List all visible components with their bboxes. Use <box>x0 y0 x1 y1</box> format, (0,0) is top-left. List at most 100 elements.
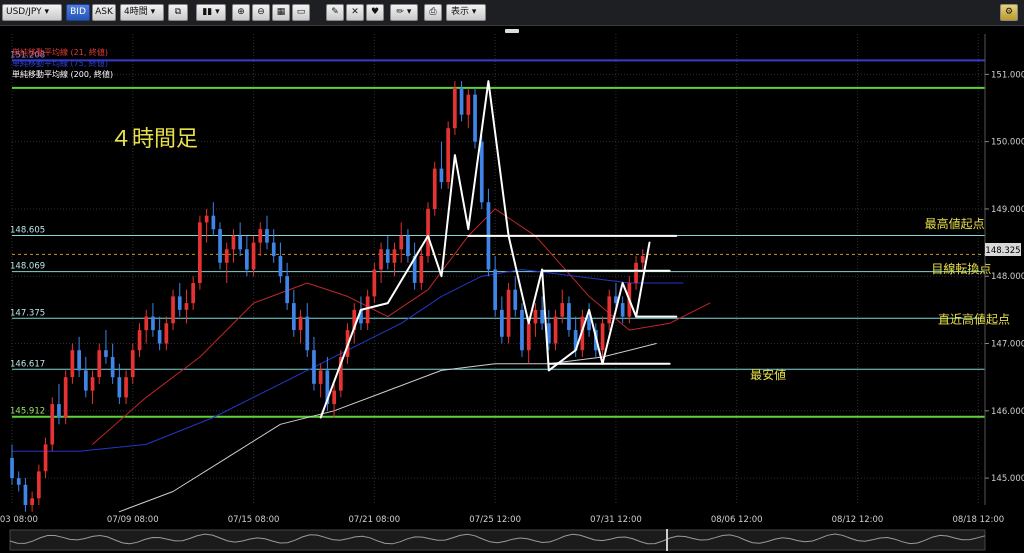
time-tick-label-1: 07/09 08:00 <box>107 515 159 525</box>
candle-body-26 <box>184 303 189 310</box>
zoom-in-icon[interactable]: ⊕ <box>232 4 250 21</box>
candle-body-88 <box>600 323 605 351</box>
candle-body-43 <box>298 316 303 331</box>
bookmark-icon[interactable]: ♥ <box>366 4 384 21</box>
candle-body-37 <box>258 229 263 243</box>
indicator-add-icon[interactable]: ✎ <box>326 4 344 21</box>
time-tick-label-6: 08/06 12:00 <box>711 515 763 525</box>
price-chart: 151.208148.605148.069147.375146.617145.9… <box>0 34 1024 553</box>
candle-body-75 <box>513 289 518 310</box>
candle-body-23 <box>164 323 169 344</box>
candle-body-82 <box>560 303 565 317</box>
candle-body-77 <box>526 323 531 351</box>
candle-body-44 <box>305 316 310 351</box>
ask-button[interactable]: ASK <box>92 4 116 21</box>
candle-body-65 <box>446 128 450 182</box>
candle-body-2 <box>23 484 28 505</box>
candle-body-14 <box>104 350 108 357</box>
candle-body-58 <box>399 235 404 250</box>
chart-type-icon[interactable]: ▮▮ ▾ <box>196 4 226 21</box>
display-label: 表示 <box>451 7 470 17</box>
candle-body-94 <box>640 256 645 263</box>
display-menu[interactable]: 表示 ▾ <box>446 4 486 21</box>
candle-body-3 <box>30 498 34 505</box>
candle-body-83 <box>567 303 571 330</box>
candle-body-13 <box>97 350 102 378</box>
symbol-label: USD/JPY <box>6 7 42 17</box>
candle-body-55 <box>379 249 383 270</box>
navigator-handle[interactable] <box>666 529 668 551</box>
panel-icon[interactable]: ▭ <box>292 4 310 21</box>
candle-body-78 <box>533 309 538 324</box>
time-tick-label-5: 07/31 12:00 <box>590 515 642 525</box>
candle-body-17 <box>124 377 128 398</box>
chart-toolbar: USD/JPY ▾ BID ASK 4時間 ▾ ⧉ ▮▮ ▾ ⊕ ⊖ ▦ ▭ ✎… <box>0 0 1024 26</box>
candle-body-41 <box>285 276 289 304</box>
legend-ma21: 単純移動平均線 (21, 終値) <box>12 47 108 57</box>
candle-body-1 <box>16 478 21 485</box>
candle-body-0 <box>10 457 14 479</box>
candle-body-63 <box>432 168 437 209</box>
draw-tool-icon[interactable]: ✏ ▾ <box>390 4 418 21</box>
current-price-marker: 148.325 <box>985 243 1021 256</box>
candle-body-31 <box>218 229 222 263</box>
panel-grip-handle[interactable] <box>505 29 519 33</box>
candle-body-35 <box>245 249 249 270</box>
candle-body-68 <box>466 94 471 115</box>
candle-body-4 <box>37 471 41 499</box>
candle-body-69 <box>473 94 477 142</box>
zoom-out-icon[interactable]: ⊖ <box>252 4 270 21</box>
candle-body-81 <box>553 316 558 344</box>
price-tick-label-6: 151.000 <box>991 70 1024 80</box>
candle-body-36 <box>251 242 256 270</box>
candle-body-91 <box>620 303 625 317</box>
indicator-remove-icon[interactable]: ✕ <box>346 4 364 21</box>
time-axis: 07/03 08:00 07/09 08:00 07/15 08:00 07/21 0… <box>0 515 1004 525</box>
current-price-label: 148.325 <box>985 246 1020 256</box>
candle-body-34 <box>238 235 242 250</box>
candle-body-9 <box>70 350 75 378</box>
legend-ma75: 単純移動平均線 (75, 終値) <box>12 58 108 68</box>
print-icon[interactable]: ⎙ <box>424 4 442 21</box>
time-tick-label-8: 08/18 12:00 <box>952 515 1004 525</box>
timeframe-label: 4時間 <box>124 7 148 17</box>
candle-body-61 <box>419 256 424 283</box>
candle-body-76 <box>520 309 524 351</box>
annotation-0: 最高値起点 <box>925 216 985 231</box>
bid-button[interactable]: BID <box>66 4 90 21</box>
candle-body-45 <box>312 350 316 384</box>
candle-body-6 <box>50 404 55 445</box>
settings-icon[interactable]: ⚙ <box>1000 4 1018 21</box>
hline-label-4: 147.375 <box>10 308 45 318</box>
candle-body-8 <box>63 377 68 418</box>
time-tick-label-0: 07/03 08:00 <box>0 515 38 525</box>
candle-body-59 <box>406 235 410 257</box>
candle-body-19 <box>137 330 142 351</box>
candle-body-67 <box>459 87 464 115</box>
candle-body-12 <box>90 377 95 391</box>
candle-body-22 <box>157 330 162 344</box>
time-tick-label-7: 08/12 12:00 <box>832 515 884 525</box>
candle-body-39 <box>271 242 276 257</box>
candle-body-16 <box>117 377 122 398</box>
candle-body-33 <box>231 235 236 250</box>
price-tick-label-2: 147.000 <box>991 340 1024 350</box>
candle-body-7 <box>57 404 61 418</box>
candle-body-24 <box>171 296 175 324</box>
price-tick-label-0: 145.000 <box>991 474 1024 484</box>
candle-body-74 <box>506 289 511 337</box>
window-icon[interactable]: ⧉ <box>168 4 188 21</box>
annotation-1: 目線転換点 <box>931 261 991 276</box>
timeframe-select[interactable]: 4時間 ▾ <box>120 4 164 21</box>
candle-body-38 <box>265 229 269 243</box>
candle-body-42 <box>292 303 296 330</box>
hline-label-6: 145.912 <box>10 407 45 417</box>
chart-title: ４時間足 <box>110 127 198 152</box>
candle-body-29 <box>204 215 209 223</box>
navigator-strip[interactable] <box>9 529 986 551</box>
candle-body-20 <box>144 316 149 331</box>
grid-icon[interactable]: ▦ <box>272 4 290 21</box>
price-tick-label-5: 150.000 <box>991 138 1024 148</box>
symbol-select[interactable]: USD/JPY ▾ <box>2 4 62 21</box>
indicator-legend: 単純移動平均線 (21, 終値) 単純移動平均線 (75, 終値) 単純移動平均… <box>12 47 113 79</box>
